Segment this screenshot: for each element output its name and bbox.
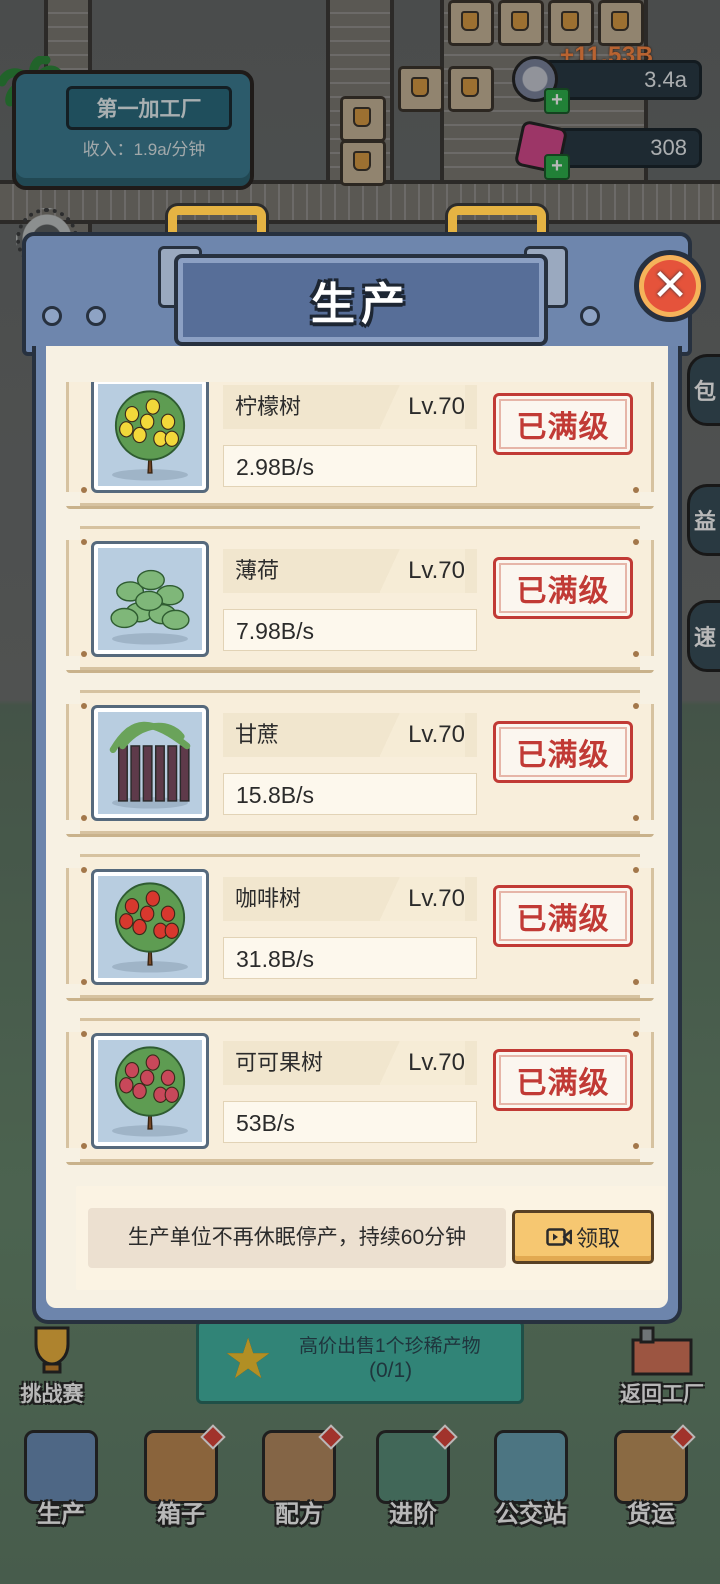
card-notch (66, 526, 80, 540)
bonus-panel: 生产单位不再休眠停产，持续60分钟 领取 (76, 1186, 666, 1290)
close-button[interactable]: ✕ (634, 250, 706, 322)
item-rate: 2.98B/s (223, 445, 477, 487)
plant-illustration (110, 569, 190, 645)
lemon-tree-icon (91, 382, 209, 493)
card-notch (66, 690, 80, 704)
item-header: 薄荷 Lv.70 (223, 549, 477, 593)
card-notch (640, 492, 654, 506)
card-notch (66, 984, 80, 998)
production-item-card[interactable]: 甘蔗 Lv.70 15.8B/s 已满级 (66, 690, 654, 834)
card-notch (640, 984, 654, 998)
card-notch (66, 1148, 80, 1162)
plant-illustration (112, 882, 188, 973)
rivet (86, 306, 106, 326)
item-name: 柠檬树 (235, 394, 302, 419)
mint-plant-icon (91, 541, 209, 657)
production-list[interactable]: 柠檬树 Lv.70 2.98B/s 已满级 薄荷 Lv.70 7.98B/s 已满级 甘蔗 Lv.… (46, 382, 668, 1172)
production-modal: 生产 ✕ 柠檬树 Lv.70 2.98B/s 已满级 薄荷 Lv.70 7.98B/s 已满级… (22, 206, 706, 1326)
card-notch (66, 820, 80, 834)
item-rate: 53B/s (223, 1101, 477, 1143)
item-level: Lv.70 (380, 1041, 465, 1085)
production-item-card[interactable]: 柠檬树 Lv.70 2.98B/s 已满级 (66, 382, 654, 506)
item-header: 咖啡树 Lv.70 (223, 877, 477, 921)
card-pin (633, 703, 639, 709)
card-notch (640, 1148, 654, 1162)
coffee-tree-icon (91, 869, 209, 985)
item-name: 薄荷 (235, 558, 280, 583)
item-level: Lv.70 (380, 549, 465, 593)
item-level: Lv.70 (380, 713, 465, 757)
card-pin (81, 815, 87, 821)
max-level-button[interactable]: 已满级 (493, 1049, 633, 1111)
item-name: 可可果树 (235, 1050, 324, 1075)
card-notch (66, 1018, 80, 1032)
modal-body: 柠檬树 Lv.70 2.98B/s 已满级 薄荷 Lv.70 7.98B/s 已满级 甘蔗 Lv.… (32, 346, 682, 1324)
card-notch (640, 690, 654, 704)
max-level-button[interactable]: 已满级 (493, 393, 633, 455)
production-item-card[interactable]: 薄荷 Lv.70 7.98B/s 已满级 (66, 526, 654, 670)
item-rate: 31.8B/s (223, 937, 477, 979)
card-pin (81, 487, 87, 493)
item-rate: 15.8B/s (223, 773, 477, 815)
max-level-button[interactable]: 已满级 (493, 557, 633, 619)
modal-content: 柠檬树 Lv.70 2.98B/s 已满级 薄荷 Lv.70 7.98B/s 已满级 甘蔗 Lv.… (46, 346, 668, 1308)
video-icon (546, 1228, 572, 1246)
plant-illustration (112, 390, 188, 481)
card-pin (81, 1143, 87, 1149)
card-pin (81, 651, 87, 657)
card-pin (633, 867, 639, 873)
card-notch (640, 1018, 654, 1032)
max-level-button[interactable]: 已满级 (493, 721, 633, 783)
modal-title: 生产 (311, 280, 411, 329)
production-item-card[interactable]: 咖啡树 Lv.70 31.8B/s 已满级 (66, 854, 654, 998)
item-header: 甘蔗 Lv.70 (223, 713, 477, 757)
card-pin (81, 979, 87, 985)
item-level: Lv.70 (380, 385, 465, 429)
cacao-tree-icon (91, 1033, 209, 1149)
claim-button[interactable]: 领取 (512, 1210, 654, 1264)
card-pin (81, 867, 87, 873)
card-notch (640, 656, 654, 670)
item-rate: 7.98B/s (223, 609, 477, 651)
card-pin (81, 539, 87, 545)
max-level-button[interactable]: 已满级 (493, 885, 633, 947)
item-header: 可可果树 Lv.70 (223, 1041, 477, 1085)
card-pin (633, 815, 639, 821)
modal-title-plate: 生产 (174, 254, 548, 346)
item-name: 甘蔗 (235, 722, 280, 747)
card-notch (640, 526, 654, 540)
item-name: 咖啡树 (235, 886, 302, 911)
card-notch (66, 854, 80, 868)
rivet (580, 306, 600, 326)
claim-label: 领取 (575, 1226, 620, 1251)
plant-illustration (112, 1046, 188, 1137)
card-pin (81, 1031, 87, 1037)
item-level: Lv.70 (380, 877, 465, 921)
card-notch (66, 492, 80, 506)
card-pin (633, 1031, 639, 1037)
card-pin (633, 651, 639, 657)
card-pin (81, 703, 87, 709)
close-icon: ✕ (651, 261, 689, 310)
card-pin (633, 979, 639, 985)
card-notch (66, 656, 80, 670)
card-notch (640, 820, 654, 834)
card-notch (640, 854, 654, 868)
rivet (42, 306, 62, 326)
modal-header: 生产 (22, 232, 692, 356)
card-pin (633, 487, 639, 493)
card-pin (633, 1143, 639, 1149)
bonus-description: 生产单位不再休眠停产，持续60分钟 (88, 1208, 506, 1268)
card-pin (633, 539, 639, 545)
plant-illustration (109, 721, 191, 809)
production-item-card[interactable]: 可可果树 Lv.70 53B/s 已满级 (66, 1018, 654, 1162)
item-header: 柠檬树 Lv.70 (223, 385, 477, 429)
sugarcane-icon (91, 705, 209, 821)
